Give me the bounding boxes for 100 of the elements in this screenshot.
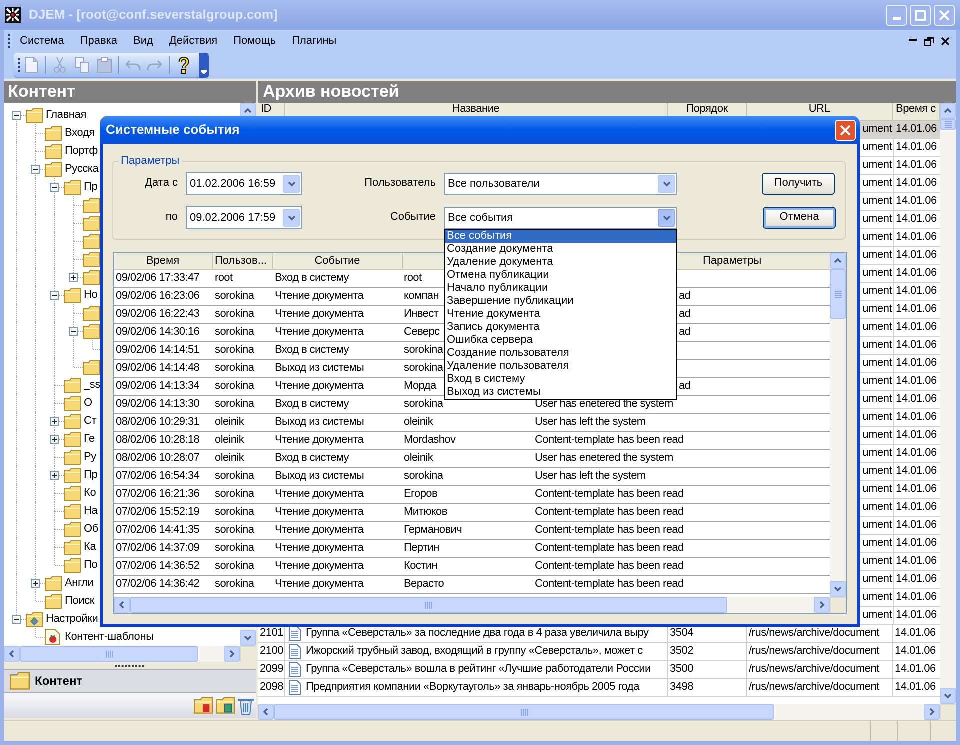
column-header[interactable]: Время с	[896, 104, 936, 115]
minimize-icon[interactable]	[909, 38, 917, 40]
tree-item-label[interactable]: На	[84, 504, 98, 518]
scroll-down-button[interactable]	[830, 581, 846, 597]
tree-item-label[interactable]: Ру	[84, 450, 96, 464]
scroll-left-button[interactable]	[258, 704, 274, 720]
table-cell-text: Вход в систему	[275, 397, 350, 412]
tree-item-label[interactable]: Поиск	[65, 594, 94, 608]
scroll-right-button[interactable]	[924, 704, 940, 720]
dropdown-button[interactable]	[658, 174, 675, 192]
tree-item-label[interactable]: Пр	[84, 468, 98, 482]
table-cell-text: sorokina	[215, 307, 254, 322]
tree-item-label[interactable]: Но	[84, 288, 98, 302]
dropdown-button[interactable]	[283, 174, 300, 192]
plus-box-icon[interactable]	[50, 434, 59, 444]
menu-item[interactable]: Помощь	[226, 32, 284, 50]
horizontal-scrollbar[interactable]	[258, 704, 940, 720]
page-berry-icon	[45, 629, 60, 645]
tree-item-label[interactable]: Русска	[65, 162, 99, 176]
scroll-right-button[interactable]	[814, 597, 830, 613]
tree-item-label[interactable]: Настройки	[46, 612, 98, 626]
tree-item-label[interactable]: Портф	[65, 144, 98, 158]
menu-item[interactable]: Правка	[72, 32, 126, 50]
user-select[interactable]: Все пользователи	[444, 172, 677, 194]
scroll-down-button[interactable]	[940, 688, 956, 704]
tree-item-label[interactable]: Главная	[46, 108, 86, 122]
tree-item-label[interactable]: О	[84, 396, 92, 410]
plus-box-icon[interactable]	[31, 578, 40, 588]
scrollbar-thumb[interactable]	[274, 704, 774, 720]
column-header[interactable]: ID	[261, 104, 272, 115]
scroll-right-button[interactable]	[224, 646, 240, 662]
horizontal-scrollbar[interactable]	[4, 646, 240, 662]
dropdown-option[interactable]: Все события	[445, 230, 676, 242]
event-select[interactable]: Все события	[444, 206, 677, 228]
table-cell: 3500	[668, 661, 747, 678]
help-icon[interactable]	[178, 56, 190, 74]
document-icon	[289, 644, 301, 659]
caret-down-icon	[201, 68, 207, 74]
column-header[interactable]: URL	[808, 104, 830, 115]
tree-item-label[interactable]: _ss	[84, 378, 101, 392]
minus-box-icon[interactable]	[69, 326, 78, 336]
trash-icon[interactable]	[238, 696, 254, 714]
tree-item-label[interactable]: Входя	[65, 126, 95, 140]
table-cell-text: ad	[679, 307, 691, 322]
date-picker[interactable]: 01.02.2006 16:59	[186, 172, 302, 195]
fetch-button[interactable]: Получить	[762, 172, 835, 194]
vertical-scrollbar[interactable]	[940, 103, 956, 704]
scrollbar-thumb[interactable]	[130, 597, 727, 613]
date-picker[interactable]: 09.02.2006 17:59	[186, 206, 302, 229]
menu-item[interactable]: Плагины	[284, 32, 345, 50]
tree-item-label[interactable]: Ка	[84, 540, 96, 554]
vertical-scrollbar[interactable]	[830, 253, 846, 597]
tree-item-label[interactable]: Англи	[65, 576, 94, 590]
minus-box-icon[interactable]	[31, 164, 40, 174]
column-header[interactable]: Событие	[314, 253, 360, 269]
plus-box-icon[interactable]	[50, 470, 59, 480]
tree-item-label[interactable]: Контент-шаблоны	[65, 630, 154, 644]
column-header[interactable]: Время	[146, 253, 180, 269]
column-header[interactable]: Название	[452, 104, 500, 115]
tree-item-label[interactable]: Ко	[84, 486, 96, 500]
chevron-down-icon	[662, 180, 670, 186]
horizontal-scrollbar[interactable]	[114, 597, 830, 613]
scroll-up-button[interactable]	[940, 103, 956, 119]
table-cell: 14.01.06	[893, 463, 940, 480]
close-icon[interactable]	[941, 36, 950, 46]
menu-item[interactable]: Вид	[125, 32, 162, 50]
folder-icon	[26, 108, 43, 122]
scrollbar-thumb[interactable]	[940, 119, 956, 130]
menu-item[interactable]: Действия	[161, 32, 226, 50]
dropdown-button[interactable]	[658, 208, 675, 226]
tree-item-label[interactable]: Ст	[84, 414, 97, 428]
minus-box-icon[interactable]	[12, 110, 21, 120]
scroll-down-button[interactable]	[240, 630, 256, 646]
column-header[interactable]: Порядок	[686, 104, 728, 115]
dropdown-option[interactable]: Создание документа	[445, 242, 676, 256]
scrollbar-thumb[interactable]	[830, 269, 846, 319]
plus-box-icon[interactable]	[69, 272, 78, 282]
folder-icon	[10, 672, 30, 690]
section-button[interactable]: Контент	[4, 669, 256, 693]
minus-box-icon[interactable]	[12, 614, 21, 624]
table-cell-text: oleinik	[404, 415, 434, 430]
cancel-button[interactable]: Отмена	[763, 206, 836, 228]
column-header[interactable]: Параметры	[703, 253, 762, 269]
plus-box-icon[interactable]	[50, 416, 59, 426]
column-header[interactable]: Пользов...	[215, 253, 267, 269]
scrollbar-thumb[interactable]	[20, 646, 198, 662]
tree-item-label[interactable]: Пр	[84, 180, 98, 194]
menu-item[interactable]: Система	[12, 32, 72, 50]
tree-item-label[interactable]: Об	[84, 522, 98, 536]
minus-box-icon[interactable]	[50, 182, 59, 192]
scroll-up-button[interactable]	[830, 253, 846, 269]
dropdown-button[interactable]	[283, 208, 300, 226]
toolbar-options-button[interactable]	[199, 52, 209, 78]
restore-icon[interactable]	[924, 36, 934, 46]
minus-box-icon[interactable]	[50, 290, 59, 300]
table-cell: Предприятия компании «Воркутауголь» за январь-ноябрь 2005 года	[305, 679, 668, 696]
tree-item-label[interactable]: По	[84, 558, 98, 572]
scroll-left-button[interactable]	[114, 597, 130, 613]
tree-item-label[interactable]: Ге	[84, 432, 95, 446]
scroll-left-button[interactable]	[4, 646, 20, 662]
